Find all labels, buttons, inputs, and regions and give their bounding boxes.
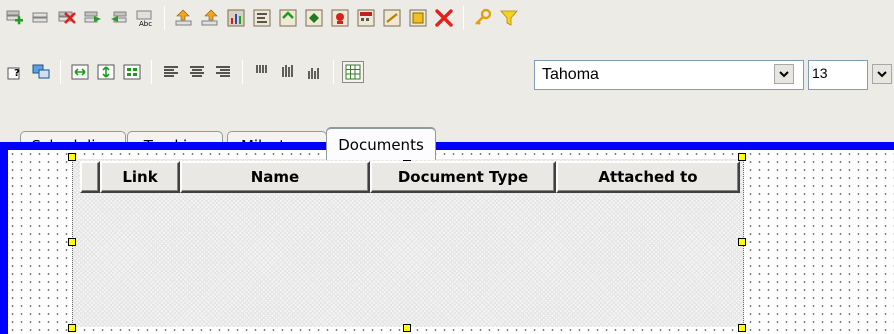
svg-text:Abc: Abc [139, 20, 152, 28]
chart-icon[interactable] [225, 7, 247, 29]
column-header-link[interactable]: Link [100, 161, 180, 193]
filter-icon[interactable] [498, 7, 520, 29]
object-icon[interactable] [30, 61, 52, 83]
milestone-icon[interactable] [303, 7, 325, 29]
tab-documents[interactable]: Documents [326, 127, 436, 160]
indent-icon[interactable] [82, 7, 104, 29]
column-label: Attached to [598, 168, 698, 186]
help-icon[interactable]: ? [4, 61, 26, 83]
grid-header-row: Link Name Document Type Attached to [80, 161, 740, 193]
font-family-value: Tahoma [542, 66, 599, 83]
report-icon[interactable] [251, 7, 273, 29]
font-size-chevron-down-icon[interactable] [872, 64, 892, 84]
column-label: Name [250, 168, 300, 186]
align-left-icon[interactable] [160, 61, 182, 83]
v-align-middle-icon[interactable] [277, 61, 299, 83]
key-icon[interactable] [472, 7, 494, 29]
spell-check-icon[interactable]: Abc [134, 7, 156, 29]
toolbar-separator [242, 60, 243, 84]
task-icon[interactable] [277, 7, 299, 29]
delete-icon[interactable] [433, 7, 455, 29]
column-header-document-type[interactable]: Document Type [370, 161, 556, 193]
fit-both-icon[interactable] [121, 61, 143, 83]
calendar-icon[interactable] [355, 7, 377, 29]
resize-handle-bottom[interactable] [403, 324, 411, 332]
resize-handle-bottom-left[interactable] [68, 324, 76, 332]
svg-text:?: ? [14, 68, 20, 79]
v-align-top-icon[interactable] [251, 61, 273, 83]
tab-label: Documents [338, 135, 424, 154]
align-right-icon[interactable] [212, 61, 234, 83]
row-selector-header[interactable] [80, 161, 100, 193]
import-icon[interactable] [173, 7, 195, 29]
properties-icon[interactable] [407, 7, 429, 29]
fit-width-icon[interactable] [69, 61, 91, 83]
toolbar-separator [151, 60, 152, 84]
toolbar-separator [463, 6, 464, 30]
resize-handle-right[interactable] [738, 238, 746, 246]
toolbar-separator [60, 60, 61, 84]
main-toolbar: Abc [0, 0, 520, 36]
note-icon[interactable] [381, 7, 403, 29]
format-toolbar: ? [0, 54, 364, 90]
resize-handle-bottom-right[interactable] [738, 324, 746, 332]
outdent-icon[interactable] [108, 7, 130, 29]
column-label: Link [122, 168, 158, 186]
toolbar-separator [164, 6, 165, 30]
resource-icon[interactable] [329, 7, 351, 29]
delete-row-icon[interactable] [56, 7, 78, 29]
grid-table-icon[interactable] [342, 61, 364, 83]
toolbar-separator [333, 60, 334, 84]
add-row-icon[interactable] [4, 7, 26, 29]
font-family-select[interactable]: Tahoma [534, 60, 804, 90]
column-header-name[interactable]: Name [180, 161, 370, 193]
align-center-icon[interactable] [186, 61, 208, 83]
column-label: Document Type [397, 168, 529, 186]
app-window: Abc ? Tahoma 13 Documents Link Name Docu… [0, 0, 894, 334]
column-header-attached-to[interactable]: Attached to [556, 161, 740, 193]
font-size-value: 13 [812, 65, 828, 81]
insert-row-icon[interactable] [30, 7, 52, 29]
resize-handle-top-right[interactable] [738, 153, 746, 161]
fit-height-icon[interactable] [95, 61, 117, 83]
resize-handle-left[interactable] [68, 238, 76, 246]
font-dropdown-chevron-down-icon[interactable] [774, 64, 794, 84]
v-align-bottom-icon[interactable] [303, 61, 325, 83]
resize-handle-top-left[interactable] [68, 153, 76, 161]
export-icon[interactable] [199, 7, 221, 29]
